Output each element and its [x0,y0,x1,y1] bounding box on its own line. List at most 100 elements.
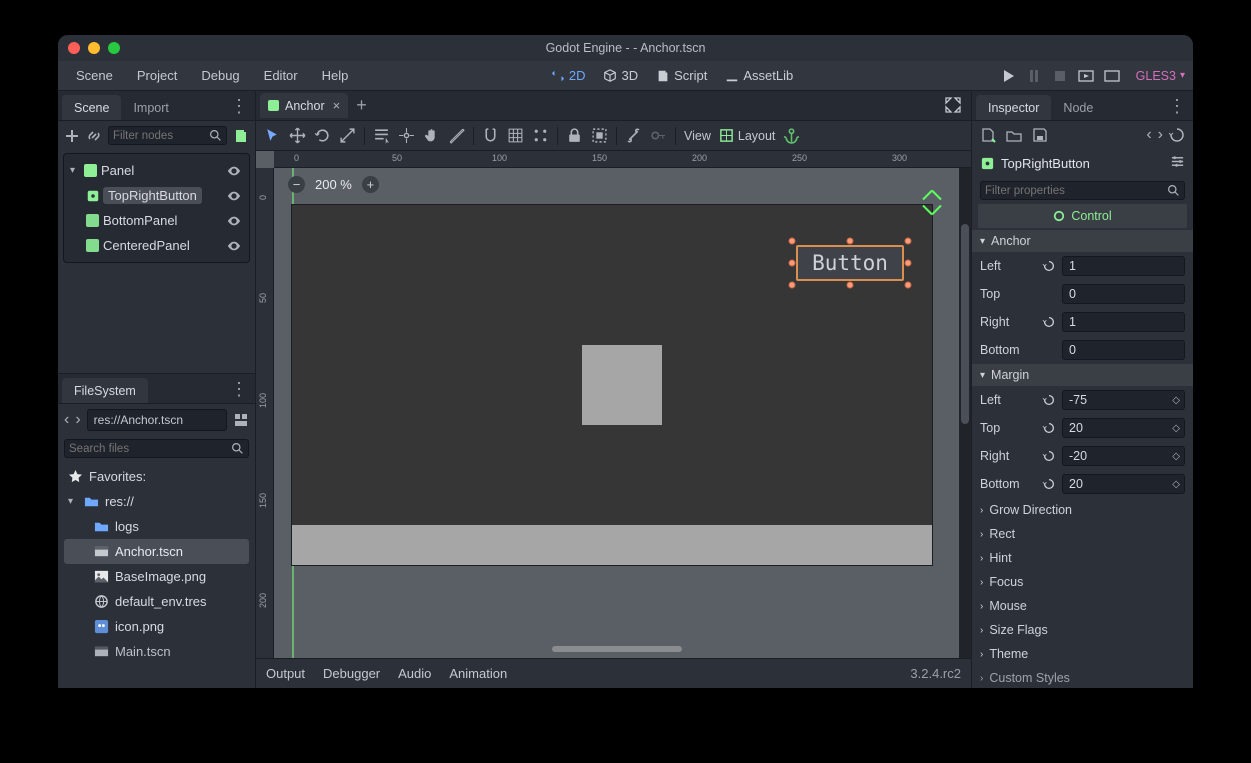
menu-scene[interactable]: Scene [66,64,123,87]
play-custom-scene-icon[interactable] [1104,68,1120,84]
scene-tab[interactable]: Anchor × [260,93,348,118]
tree-node-toprightbutton[interactable]: TopRightButton [64,183,249,208]
margin-left-field[interactable]: -75◇ [1062,390,1185,410]
zoom-in-icon[interactable]: + [362,176,379,193]
history-back-icon[interactable]: ‹ [1146,126,1151,144]
snap-options-icon[interactable] [532,127,549,144]
tree-node-centeredpanel[interactable]: CenteredPanel [64,233,249,258]
menu-editor[interactable]: Editor [254,64,308,87]
zoom-percent[interactable]: 200 % [315,177,352,192]
anchor-marker-icon[interactable] [917,188,947,223]
play-icon[interactable] [1000,68,1016,84]
menu-help[interactable]: Help [312,64,359,87]
fs-item[interactable]: default_env.tres [64,589,249,614]
tree-node-bottompanel[interactable]: BottomPanel [64,208,249,233]
button-node[interactable]: Button [796,245,904,281]
group-icon[interactable] [591,127,608,144]
fs-item[interactable]: BaseImage.png [64,564,249,589]
margin-right-field[interactable]: -20◇ [1062,446,1185,466]
fs-back-icon[interactable]: ‹ [64,411,69,429]
pause-icon[interactable] [1026,68,1042,84]
visibility-icon[interactable] [227,239,241,253]
visibility-icon[interactable] [227,214,241,228]
tree-node-panel[interactable]: ▾ Panel [64,158,249,183]
reset-icon[interactable] [1042,259,1056,273]
snap-toggle-icon[interactable] [482,127,499,144]
section-custom-styles[interactable]: ›Custom Styles [972,666,1193,688]
collapse-icon[interactable]: ▾ [70,165,80,176]
load-resource-icon[interactable] [1006,127,1022,143]
close-tab-icon[interactable]: × [333,98,341,113]
mode-2d[interactable]: 2D [543,65,594,86]
scale-mode-icon[interactable] [339,127,356,144]
bottom-debugger[interactable]: Debugger [323,666,380,681]
spinner-icon[interactable]: ◇ [1172,425,1180,432]
list-select-icon[interactable] [373,127,390,144]
fs-item[interactable]: icon.png [64,614,249,639]
selection-handle[interactable] [847,282,854,289]
tab-inspector[interactable]: Inspector [976,95,1051,120]
anchor-preset-icon[interactable] [783,127,800,144]
filter-properties-input[interactable] [985,185,1163,197]
reset-icon[interactable] [1042,421,1056,435]
bottom-animation[interactable]: Animation [449,666,507,681]
collapse-icon[interactable]: ▾ [68,496,78,507]
selection-handle[interactable] [905,282,912,289]
pivot-icon[interactable] [398,127,415,144]
anchor-right-field[interactable]: 1 [1062,312,1185,332]
history-forward-icon[interactable]: › [1158,126,1163,144]
lock-icon[interactable] [566,127,583,144]
anchor-bottom-field[interactable]: 0 [1062,340,1185,360]
add-node-icon[interactable] [64,128,80,144]
fs-favorites[interactable]: Favorites: [64,464,249,489]
renderer-select[interactable]: GLES3 ▾ [1136,69,1185,83]
move-mode-icon[interactable] [289,127,306,144]
kebab-icon[interactable]: ⋮ [1168,96,1185,117]
tab-scene[interactable]: Scene [62,95,121,120]
key-icon[interactable] [650,127,667,144]
tab-node[interactable]: Node [1051,95,1105,120]
margin-bottom-field[interactable]: 20◇ [1062,474,1185,494]
section-rect[interactable]: ›Rect [972,522,1193,546]
margin-top-field[interactable]: 20◇ [1062,418,1185,438]
spinner-icon[interactable]: ◇ [1172,481,1180,488]
layout-menu[interactable]: Layout [719,128,776,143]
section-theme[interactable]: ›Theme [972,642,1193,666]
visibility-icon[interactable] [227,164,241,178]
spinner-icon[interactable]: ◇ [1172,453,1180,460]
menu-debug[interactable]: Debug [191,64,249,87]
anchor-top-field[interactable]: 0 [1062,284,1185,304]
fs-search-input[interactable] [69,443,227,455]
fs-item[interactable]: logs [64,514,249,539]
mode-assetlib[interactable]: AssetLib [717,65,801,86]
object-properties-icon[interactable] [1170,154,1185,172]
new-resource-icon[interactable] [980,127,996,143]
add-scene-tab-icon[interactable]: + [356,95,367,116]
selection-handle[interactable] [789,282,796,289]
selection-handle[interactable] [905,238,912,245]
tab-filesystem[interactable]: FileSystem [62,378,148,403]
mode-script[interactable]: Script [648,65,715,86]
stop-icon[interactable] [1052,68,1068,84]
section-grow-direction[interactable]: ›Grow Direction [972,498,1193,522]
distraction-free-icon[interactable] [945,97,961,118]
bone-icon[interactable] [625,127,642,144]
section-hint[interactable]: ›Hint [972,546,1193,570]
section-size-flags[interactable]: ›Size Flags [972,618,1193,642]
mode-3d[interactable]: 3D [595,65,646,86]
ruler-mode-icon[interactable] [448,127,465,144]
fs-item[interactable]: Anchor.tscn [64,539,249,564]
zoom-out-icon[interactable]: − [288,176,305,193]
fs-path-field[interactable]: res://Anchor.tscn [87,409,227,431]
play-scene-icon[interactable] [1078,68,1094,84]
grid-snap-icon[interactable] [507,127,524,144]
reset-icon[interactable] [1042,477,1056,491]
class-link-control[interactable]: Control [978,204,1187,228]
visibility-icon[interactable] [227,189,241,203]
selection-handle[interactable] [789,238,796,245]
fs-item[interactable]: Main.tscn [64,639,249,664]
spinner-icon[interactable]: ◇ [1172,397,1180,404]
kebab-icon[interactable]: ⋮ [230,379,247,400]
fs-forward-icon[interactable]: › [75,411,80,429]
attach-script-icon[interactable] [233,128,249,144]
